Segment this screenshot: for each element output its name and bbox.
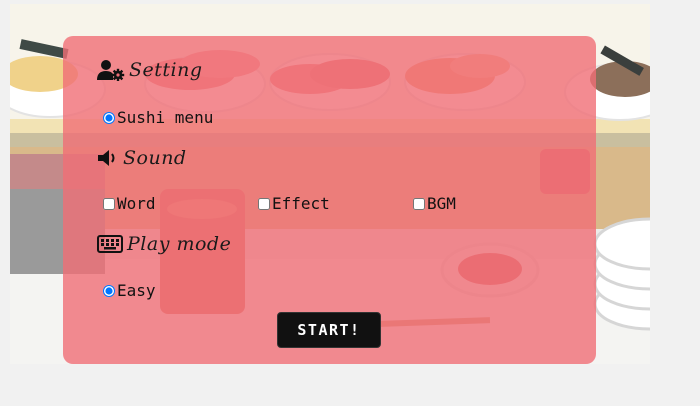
sound-title: Sound <box>123 147 187 169</box>
easy-option[interactable]: Easy <box>103 281 156 300</box>
word-label: Word <box>117 194 156 213</box>
easy-label: Easy <box>117 281 156 300</box>
start-button[interactable]: START! <box>277 312 381 348</box>
setting-title: Setting <box>129 59 203 81</box>
speaker-icon <box>97 148 119 168</box>
bgm-checkbox[interactable] <box>413 197 425 210</box>
sound-heading: Sound <box>97 147 187 169</box>
effect-option[interactable]: Effect <box>258 194 330 213</box>
word-checkbox[interactable] <box>103 197 115 210</box>
play-mode-heading: Play mode <box>97 233 231 255</box>
effect-checkbox[interactable] <box>258 197 270 210</box>
sushi-menu-label: Sushi menu <box>117 108 214 127</box>
user-gear-icon <box>97 59 125 81</box>
bgm-label: BGM <box>427 194 456 213</box>
sushi-menu-option[interactable]: Sushi menu <box>103 108 213 127</box>
word-option[interactable]: Word <box>103 194 156 213</box>
settings-panel: Setting Sushi menu Sound Word Effect BGM <box>63 36 596 364</box>
keyboard-icon <box>97 235 123 253</box>
bgm-option[interactable]: BGM <box>413 194 456 213</box>
sushi-menu-radio[interactable] <box>103 111 115 124</box>
play-mode-title: Play mode <box>127 233 232 255</box>
easy-radio[interactable] <box>103 284 115 297</box>
effect-label: Effect <box>272 194 330 213</box>
setting-heading: Setting <box>97 59 203 81</box>
